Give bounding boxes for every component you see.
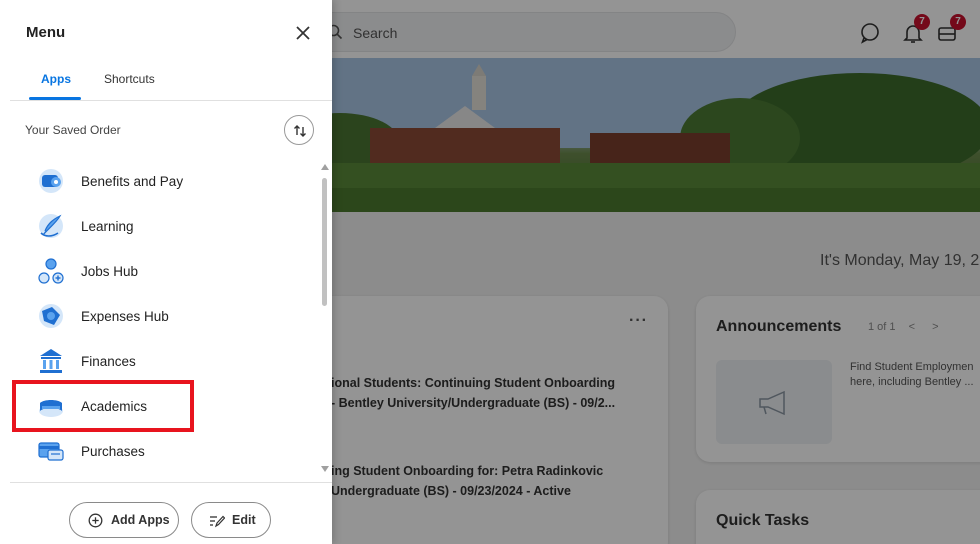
tab-divider [10,100,332,101]
menu-title: Menu [26,24,66,41]
add-apps-label: Add Apps [111,513,170,527]
benefits-icon [39,169,63,193]
saved-order-label: Your Saved Order [25,123,121,137]
app-item-purchases[interactable]: Purchases [10,431,314,471]
sort-arrows-icon [294,125,306,137]
add-apps-button[interactable]: Add Apps [69,502,179,538]
app-label: Expenses Hub [81,309,169,324]
finances-icon [40,349,62,373]
app-item-jobs-hub[interactable]: Jobs Hub [10,251,314,291]
tab-apps[interactable]: Apps [41,72,71,86]
app-label: Purchases [81,444,145,459]
app-label: Finances [81,354,136,369]
app-item-finances[interactable]: Finances [10,341,314,381]
menu-scrollbar[interactable] [319,160,331,474]
scroll-up-icon[interactable] [321,164,329,170]
jobs-hub-icon [38,258,64,284]
app-item-learning[interactable]: Learning [10,206,314,246]
menu-panel: Menu Apps Shortcuts Your Saved Order Ben… [0,0,332,544]
app-item-benefits-and-pay[interactable]: Benefits and Pay [10,161,314,201]
app-label: Learning [81,219,134,234]
sort-order-button[interactable] [284,115,314,145]
tab-shortcuts[interactable]: Shortcuts [104,72,155,86]
scroll-down-icon[interactable] [321,466,329,472]
purchases-icon [38,442,64,461]
edit-list-icon [210,515,225,528]
scroll-thumb[interactable] [322,178,327,306]
add-circle-icon [88,513,103,528]
footer-divider [10,482,332,483]
app-item-expenses-hub[interactable]: Expenses Hub [10,296,314,336]
app-label: Jobs Hub [81,264,139,279]
expenses-icon [39,304,63,328]
highlight-annotation-box [12,380,194,432]
app-label: Benefits and Pay [81,174,184,189]
learning-icon [39,214,63,238]
close-icon[interactable] [292,22,314,44]
edit-label: Edit [232,513,256,527]
edit-button[interactable]: Edit [191,502,271,538]
